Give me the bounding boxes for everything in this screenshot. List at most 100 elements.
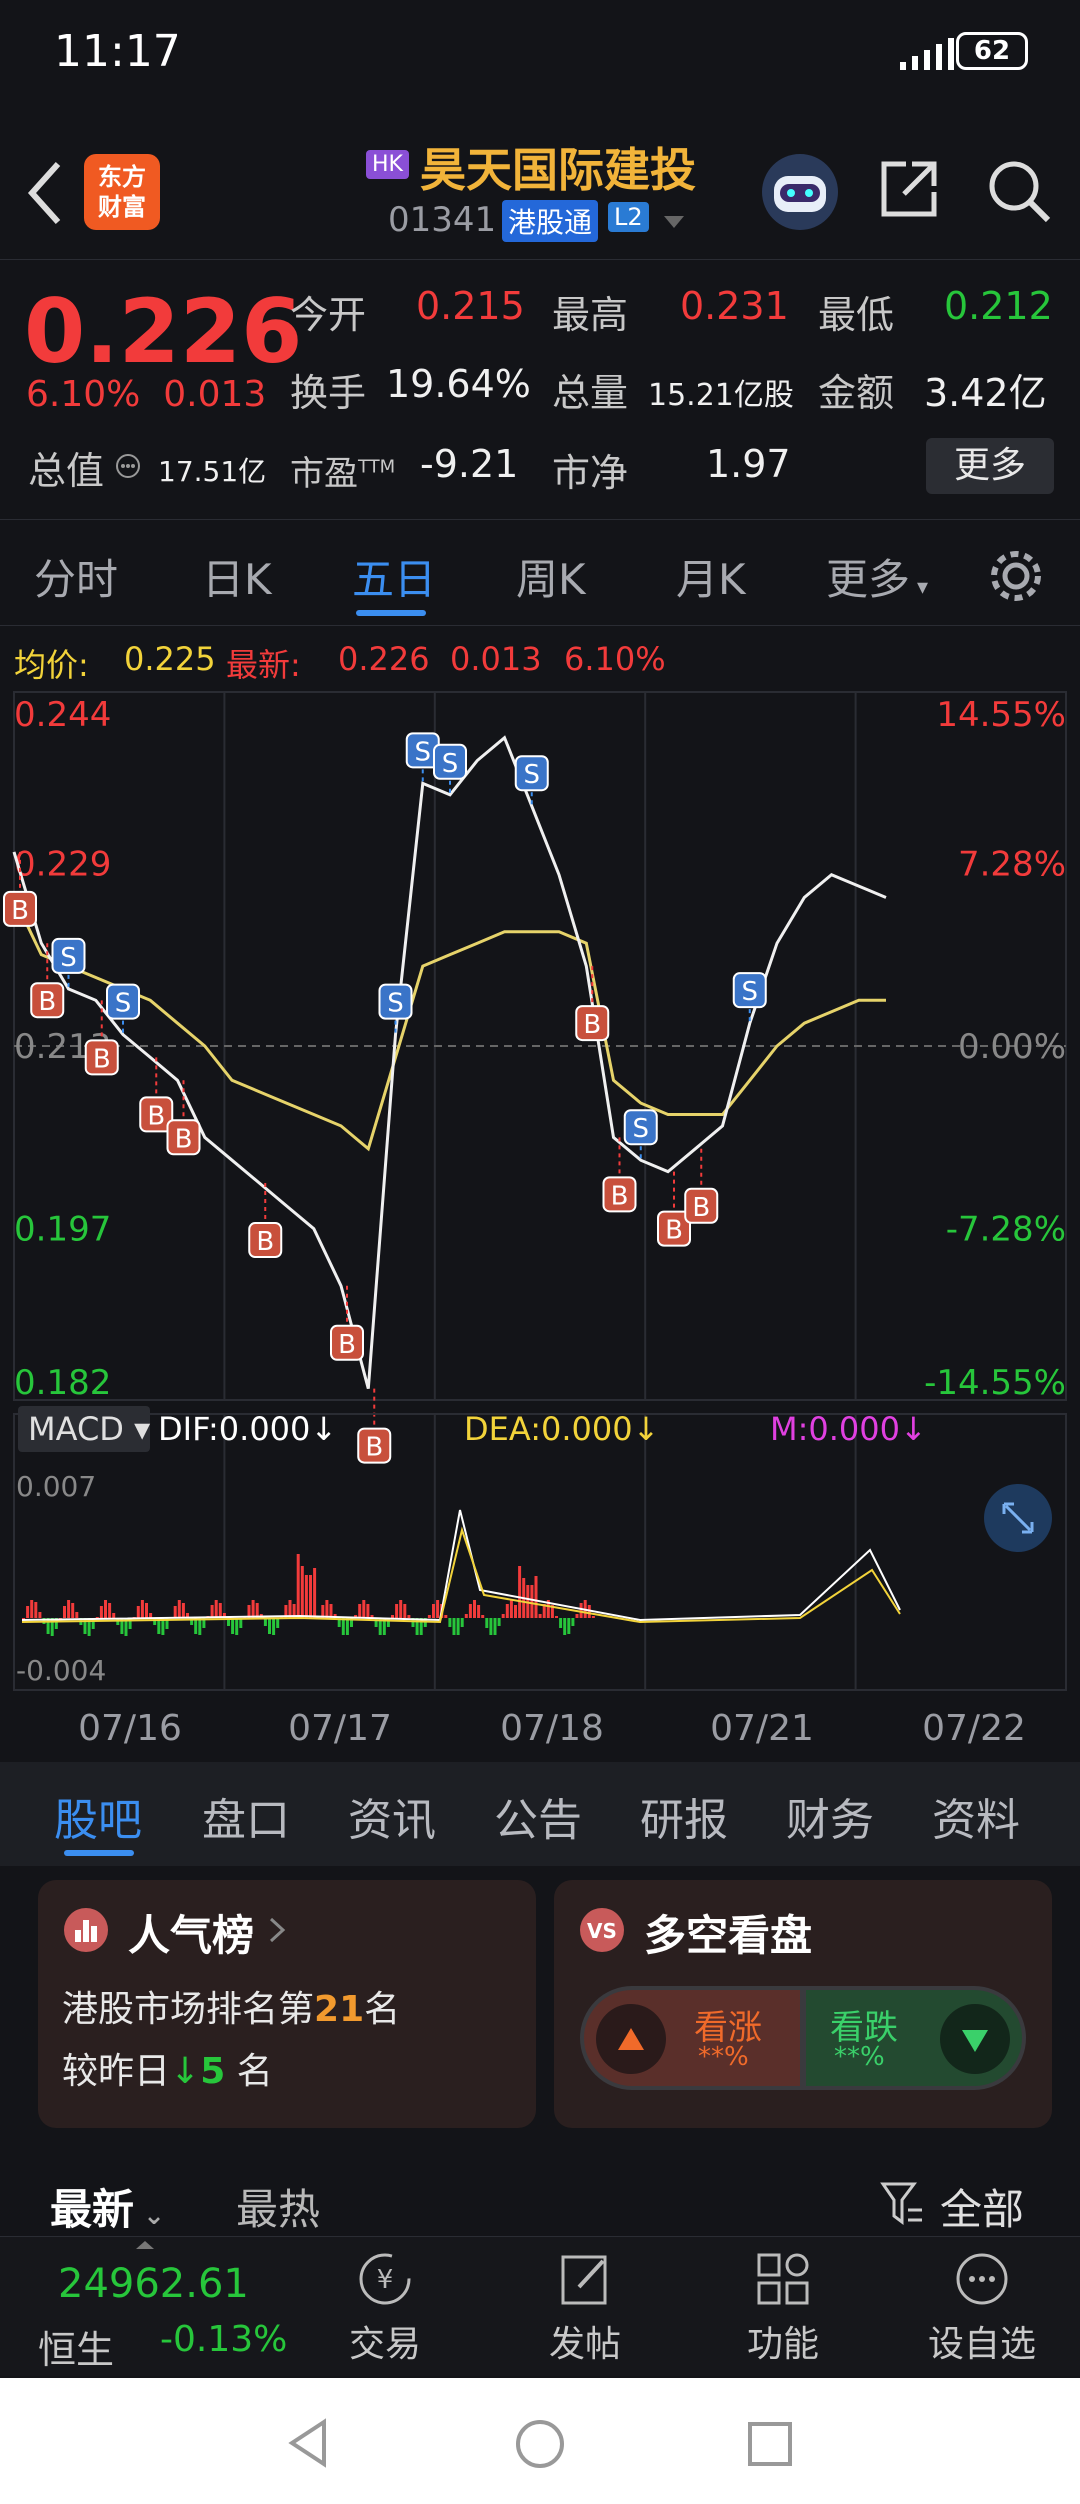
back-icon[interactable] [24,158,64,228]
macd-bottom: -0.004 [16,1654,106,1687]
macd-bar [489,1618,493,1635]
five-day-chart[interactable]: 0.244 14.55% 0.229 7.28% 0.213 0.00% 0.197 -7.2… [0,690,1080,1760]
sell-marker-label: S [414,737,431,767]
macd-bar [538,1614,542,1618]
rank-change-text: 较昨日↓5 名 [62,2051,273,2092]
macd-m: M:0.000↓ [770,1410,927,1448]
function-button[interactable]: 功能 [738,2247,828,2367]
logo-text-2: 财富 [98,193,146,221]
stock-name[interactable]: 昊天国际建投 [420,134,696,200]
buy-marker-label: B [365,1433,383,1463]
buy-marker-label: B [583,1010,601,1040]
popularity-title: 人气榜 [128,1911,255,1960]
macd-bar [460,1618,464,1627]
macd-bar [251,1600,255,1618]
logo-text-1: 东方 [98,163,146,191]
tab-profile[interactable]: 资料 [932,1784,1020,1848]
y-tick-label-right: 7.28% [958,844,1066,884]
volume-value: 15.21亿股 [648,378,794,413]
index-name[interactable]: 恒生 [38,2319,114,2374]
tab-research[interactable]: 研报 [640,1784,728,1848]
sort-latest[interactable]: 最新 ⌄ [50,2176,165,2237]
tab-forum[interactable]: 股吧 [54,1784,142,1848]
filter-all[interactable]: 全部 [940,2176,1024,2237]
more-button[interactable]: 更多 [926,438,1054,494]
tab-weekly-k[interactable]: 周K [516,546,586,607]
bull-vote-button[interactable]: 看涨 **% [584,1990,800,2086]
macd-bar [210,1605,214,1618]
avg-value: 0.225 [124,640,216,678]
post-label: 发帖 [548,2324,621,2365]
latest-label: 最新: [226,646,301,684]
y-tick-label-right: -14.55% [924,1363,1066,1403]
post-button[interactable]: 发帖 [540,2247,630,2367]
period-tabs: 分时 日K 五日 周K 月K 更多 ▾ [0,522,1080,626]
macd-bar [571,1618,575,1626]
bottom-toolbar: 24962.61 恒生 -0.13% ¥ 交易 发帖 功能 设自选 [0,2236,1080,2376]
index-value[interactable]: 24962.61 [58,2261,249,2307]
high-label: 最高 [552,293,629,337]
last-price: 0.226 [24,280,303,383]
bull-value: **% [698,2042,749,2072]
chevron-down-icon[interactable] [662,214,686,230]
tab-finance[interactable]: 财务 [786,1784,874,1848]
search-icon[interactable] [984,156,1054,226]
tab-orderbook[interactable]: 盘口 [202,1784,290,1848]
tab-news[interactable]: 资讯 [348,1784,436,1848]
macd-bar [300,1566,304,1618]
app-logo[interactable]: 东方 财富 [84,154,160,230]
quote-panel: 0.226 6.10% 0.013 总值 17.51亿 今开 0.215 最高 … [0,262,1080,520]
share-icon[interactable] [876,156,942,222]
tab-more[interactable]: 更多 ▾ [826,546,928,607]
low-label: 最低 [818,293,895,337]
pe-label: 市盈TTM [290,454,396,494]
svg-text:VS: VS [587,1919,617,1943]
popularity-card[interactable]: 人气榜 港股市场排名第21名 较昨日↓5 名 [38,1880,536,2128]
bear-vote-button[interactable]: 看跌 **% [806,1990,1022,2086]
stock-code: 01341 [388,200,497,240]
y-tick-label: 0.182 [14,1363,111,1403]
macd-bar [30,1600,34,1618]
macd-bar [108,1603,112,1618]
macd-bar [71,1603,75,1618]
tab-monthly-k[interactable]: 月K [676,546,746,607]
macd-bar [403,1604,407,1618]
macd-bar [358,1604,362,1618]
level-badge[interactable]: L2 [608,202,649,232]
macd-bar [173,1606,177,1618]
arrow-up-icon [618,2028,644,2050]
robot-assistant-icon[interactable] [758,150,842,234]
add-watchlist-button[interactable]: 设自选 [922,2247,1042,2367]
sort-hot[interactable]: 最热 [236,2176,320,2237]
macd-bar [362,1600,366,1618]
macd-bar [177,1600,181,1618]
trade-button[interactable]: ¥ 交易 [340,2247,430,2367]
info-icon[interactable] [114,452,142,480]
open-label: 今开 [290,293,367,337]
macd-bar [231,1618,235,1634]
forum-tab-indicator [64,1850,134,1856]
macd-bar [214,1600,218,1618]
buy-marker-label: B [147,1101,165,1131]
tab-daily-k[interactable]: 日K [202,546,272,607]
system-nav-bar [0,2378,1080,2504]
mktcap-value: 17.51亿 [158,455,267,488]
tab-announcements[interactable]: 公告 [494,1784,582,1848]
index-change[interactable]: -0.13% [160,2319,287,2360]
macd-bar [67,1600,71,1618]
x-tick-label: 07/17 [288,1708,392,1749]
macd-label: MACD ▾ [28,1410,150,1448]
tab-intraday[interactable]: 分时 [34,546,118,607]
nav-home-icon[interactable] [514,2418,566,2470]
macd-bar [559,1618,563,1628]
amount-value: 3.42亿 [924,371,1047,415]
buy-marker-label: B [11,896,29,926]
latest-pct: 6.10% [564,640,666,678]
filter-icon[interactable] [880,2180,924,2228]
gear-icon[interactable] [986,546,1046,606]
tab-five-day[interactable]: 五日 [352,546,436,607]
nav-back-icon[interactable] [286,2418,330,2468]
macd-bar [514,1605,517,1618]
macd-bar [563,1618,567,1635]
nav-recents-icon[interactable] [746,2420,794,2468]
